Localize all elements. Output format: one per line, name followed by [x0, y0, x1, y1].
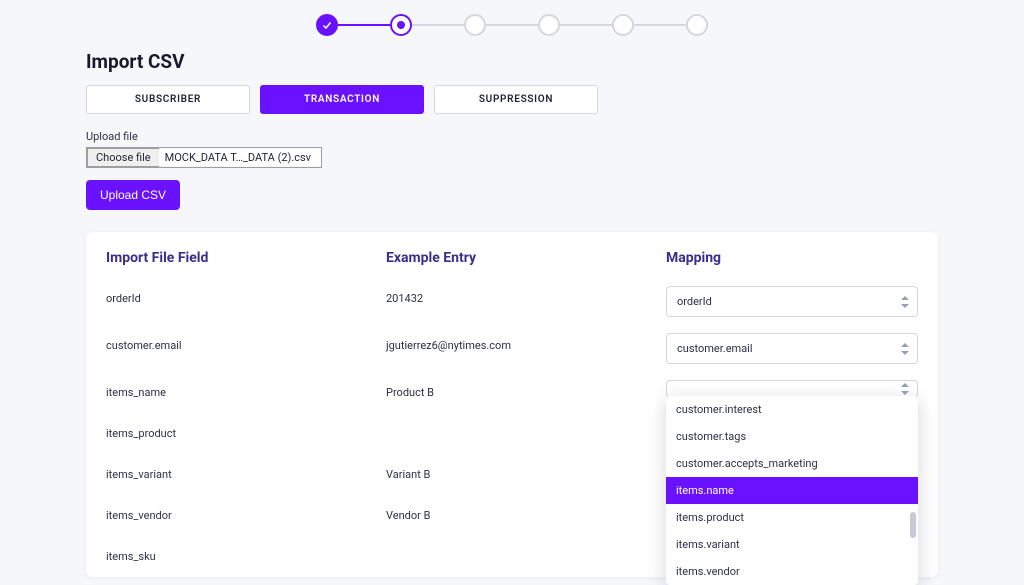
- col-header-example: Example Entry: [386, 250, 666, 278]
- field-cell: items_variant: [106, 454, 386, 495]
- tab-transaction[interactable]: TRANSACTION: [260, 85, 424, 114]
- stepper: [0, 0, 1024, 36]
- dropdown-option[interactable]: customer.interest: [666, 396, 918, 423]
- upload-file-label: Upload file: [86, 130, 938, 143]
- step-1-done: [316, 14, 338, 36]
- step-5: [612, 14, 634, 36]
- mapping-select[interactable]: orderId: [666, 286, 918, 317]
- tab-bar: SUBSCRIBER TRANSACTION SUPPRESSION: [86, 85, 938, 114]
- scrollbar-thumb[interactable]: [910, 512, 916, 538]
- sort-icon: [901, 343, 909, 355]
- col-header-mapping: Mapping: [666, 250, 918, 278]
- mapping-dropdown[interactable]: customer.interest customer.tags customer…: [666, 396, 918, 585]
- step-2-current: [390, 14, 412, 36]
- step-bar: [338, 24, 390, 26]
- dropdown-option[interactable]: items.vendor: [666, 558, 918, 585]
- field-cell: items_name: [106, 372, 386, 413]
- step-bar: [486, 24, 538, 26]
- check-icon: [321, 19, 333, 31]
- sort-icon: [901, 383, 909, 395]
- mapping-select-value: orderId: [677, 295, 712, 308]
- field-cell: orderId: [106, 278, 386, 325]
- choose-file-button[interactable]: Choose file: [87, 148, 159, 167]
- step-3: [464, 14, 486, 36]
- sort-icon: [901, 296, 909, 308]
- dropdown-option[interactable]: items.variant: [666, 531, 918, 558]
- field-cell: items_sku: [106, 536, 386, 577]
- mapping-select[interactable]: customer.email: [666, 333, 918, 364]
- chosen-file-name: MOCK_DATA T…_DATA (2).csv: [159, 149, 321, 166]
- file-input[interactable]: Choose file MOCK_DATA T…_DATA (2).csv: [86, 147, 322, 168]
- example-cell: [386, 413, 666, 454]
- field-cell: items_product: [106, 413, 386, 454]
- example-cell: Variant B: [386, 454, 666, 495]
- tab-subscriber[interactable]: SUBSCRIBER: [86, 85, 250, 114]
- dropdown-option[interactable]: customer.accepts_marketing: [666, 450, 918, 477]
- mapping-card: Import File Field Example Entry Mapping …: [86, 232, 938, 577]
- mapping-select-value: customer.email: [677, 342, 753, 355]
- step-bar: [560, 24, 612, 26]
- example-cell: [386, 536, 666, 577]
- step-bar: [412, 24, 464, 26]
- example-cell: 201432: [386, 278, 666, 325]
- page-title: Import CSV: [86, 50, 938, 73]
- tab-suppression[interactable]: SUPPRESSION: [434, 85, 598, 114]
- step-6: [686, 14, 708, 36]
- example-cell: jgutierrez6@nytimes.com: [386, 325, 666, 372]
- example-cell: Vendor B: [386, 495, 666, 536]
- dropdown-option[interactable]: items.product: [666, 504, 918, 531]
- dropdown-option[interactable]: customer.tags: [666, 423, 918, 450]
- example-cell: Product B: [386, 372, 666, 413]
- field-cell: customer.email: [106, 325, 386, 372]
- dropdown-option-highlighted[interactable]: items.name: [666, 477, 918, 504]
- field-cell: items_vendor: [106, 495, 386, 536]
- upload-csv-button[interactable]: Upload CSV: [86, 180, 180, 210]
- step-bar: [634, 24, 686, 26]
- col-header-field: Import File Field: [106, 250, 386, 278]
- step-4: [538, 14, 560, 36]
